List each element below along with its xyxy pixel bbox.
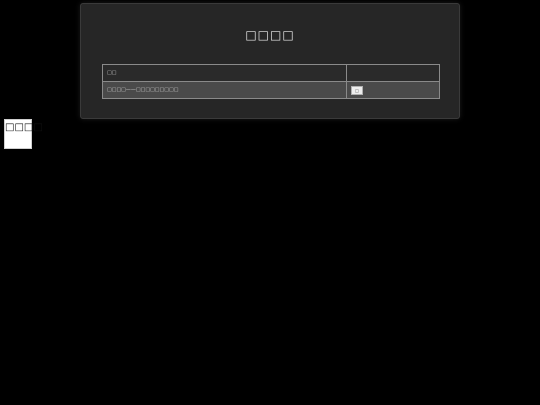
dialog-title: □□□□ <box>245 28 295 42</box>
header-cell-name: □□ <box>107 70 117 76</box>
table-header-row: □□ <box>103 65 439 81</box>
screen: □□□□ □□ □□□□——□□□□□□□□□ □ □□□□ <box>0 0 540 405</box>
column-divider <box>346 65 347 98</box>
row-cell-action: □ <box>346 82 439 98</box>
data-table: □□ □□□□——□□□□□□□□□ □ <box>102 64 440 99</box>
row-cell-name: □□□□——□□□□□□□□□ <box>107 87 179 93</box>
header-cell-action <box>346 65 439 81</box>
dialog-panel: □□□□ □□ □□□□——□□□□□□□□□ □ <box>80 3 460 119</box>
row-action-button[interactable]: □ <box>351 85 363 95</box>
floating-button[interactable]: □□□□ <box>4 119 43 149</box>
table-row[interactable]: □□□□——□□□□□□□□□ □ <box>103 82 439 98</box>
